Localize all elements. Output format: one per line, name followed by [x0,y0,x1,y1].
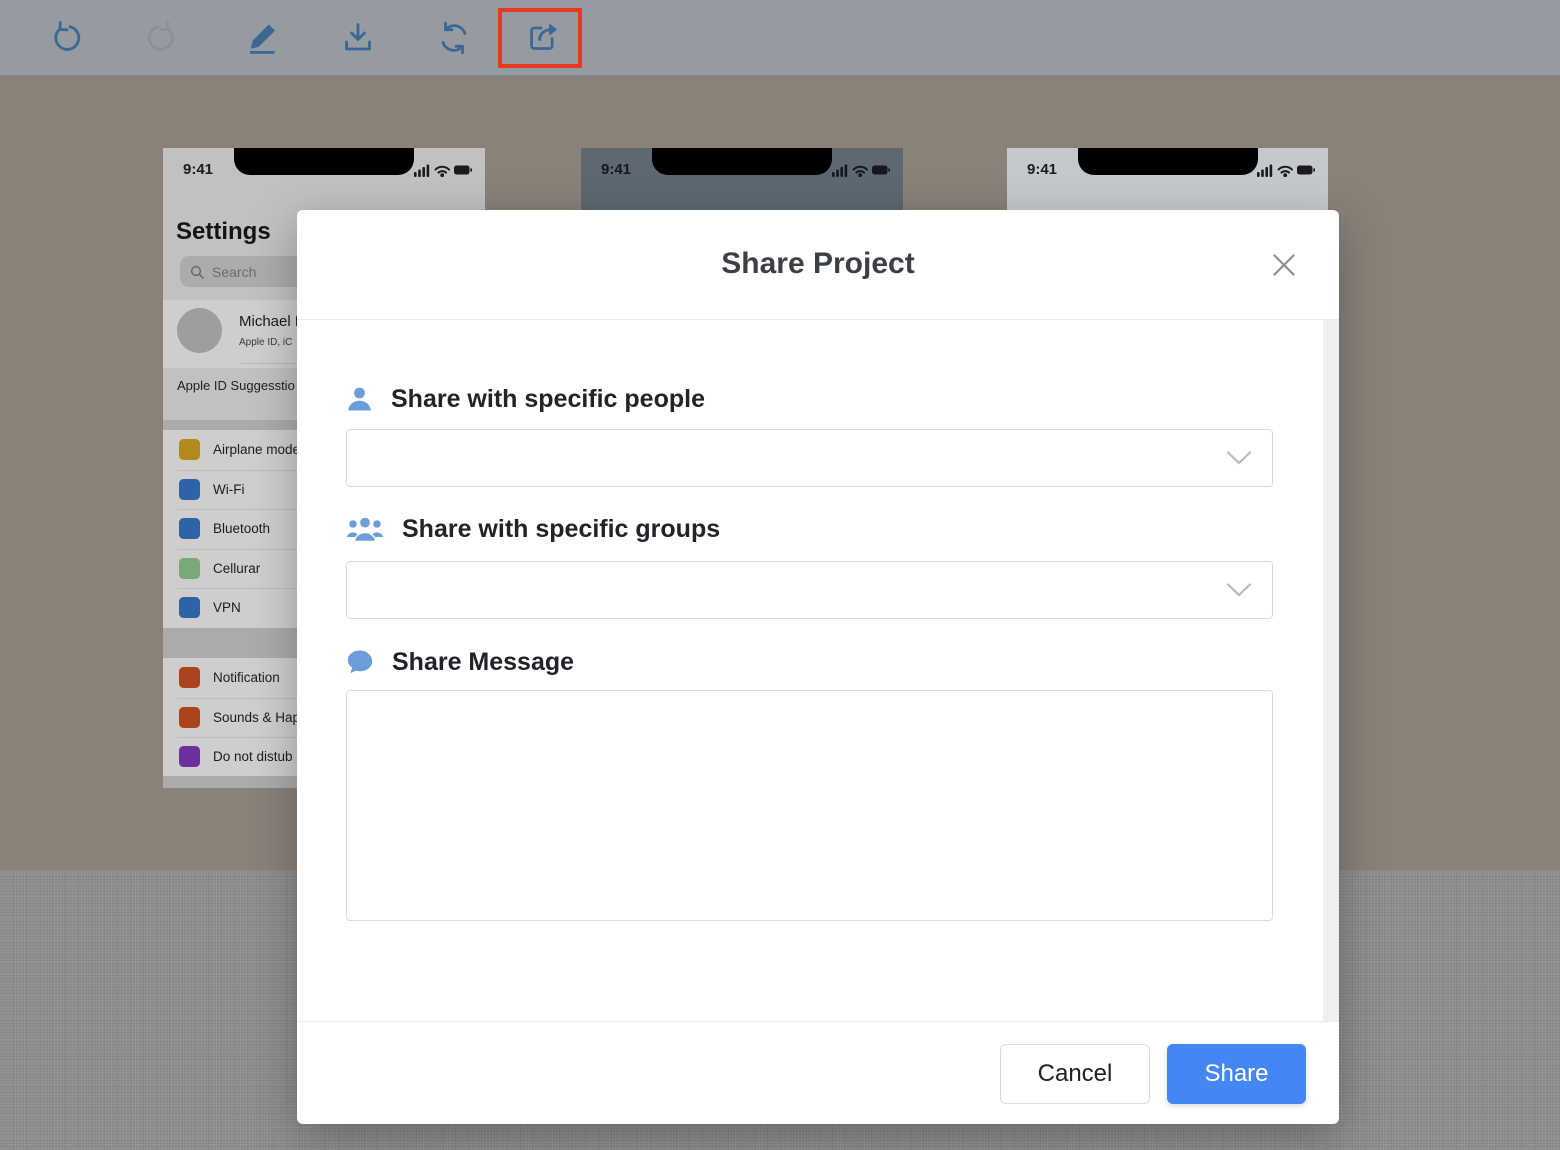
setting-icon [179,597,200,618]
setting-icon [179,707,200,728]
redo-button[interactable] [136,14,184,62]
share-project-modal: Share Project Share with specific people [297,210,1339,1124]
status-time: 9:41 [1027,161,1057,178]
edit-button[interactable] [238,14,286,62]
chevron-down-icon [1226,583,1252,598]
setting-label: Airplane mode [213,442,300,457]
close-button[interactable] [1269,250,1299,280]
undo-icon [50,20,86,56]
download-icon [340,20,376,56]
notch [234,148,414,175]
setting-label: Notification [213,670,280,685]
field-label-people: Share with specific people [391,385,705,414]
setting-icon [179,518,200,539]
status-bar: 9:41 [163,148,485,192]
chat-bubble-icon [346,649,374,675]
share-export-icon [521,19,559,57]
status-icons [414,163,472,177]
download-button[interactable] [334,14,382,62]
status-bar: 9:41 [1007,148,1328,192]
avatar [177,308,222,353]
profile-name: Michael L [239,313,303,330]
profile-subtitle: Apple ID, iC [239,337,292,348]
toolbar [0,0,1560,76]
settings-title: Settings [176,218,271,246]
modal-title: Share Project [297,247,1339,281]
groups-select[interactable] [346,561,1273,619]
setting-label: Bluetooth [213,521,270,536]
sync-icon [436,20,472,56]
status-icons [1257,163,1315,177]
setting-icon [179,667,200,688]
section-label: Apple ID Suggesstio [177,378,295,393]
share-export-button[interactable] [516,14,564,62]
undo-button[interactable] [44,14,92,62]
person-icon [346,385,373,413]
status-time: 9:41 [601,161,631,178]
setting-label: Sounds & Hapt [213,710,304,725]
setting-icon [179,558,200,579]
setting-label: Wi-Fi [213,482,244,497]
setting-icon [179,479,200,500]
scrollbar-track[interactable] [1323,320,1339,1021]
status-bar: 9:41 [581,148,903,192]
chevron-down-icon [1226,451,1252,466]
search-icon [190,265,204,279]
status-time: 9:41 [183,161,213,178]
share-message-textarea[interactable] [346,690,1273,921]
cancel-button[interactable]: Cancel [1000,1044,1150,1104]
setting-label: Do not distub [213,749,293,764]
share-toolbar-highlight [498,8,582,68]
edit-pencil-icon [244,20,280,56]
notch [652,148,832,175]
status-icons [832,163,890,177]
divider [297,319,1339,320]
close-icon [1271,252,1297,278]
divider [297,1021,1339,1022]
setting-label: Cellurar [213,561,260,576]
share-button[interactable]: Share [1167,1044,1306,1104]
field-label-message: Share Message [392,648,574,677]
redo-icon [142,20,178,56]
setting-icon [179,439,200,460]
sync-button[interactable] [430,14,478,62]
search-placeholder: Search [212,264,256,280]
group-icon [346,515,384,543]
field-label-groups: Share with specific groups [402,515,720,544]
notch [1078,148,1258,175]
setting-label: VPN [213,600,241,615]
people-select[interactable] [346,429,1273,487]
setting-icon [179,746,200,767]
